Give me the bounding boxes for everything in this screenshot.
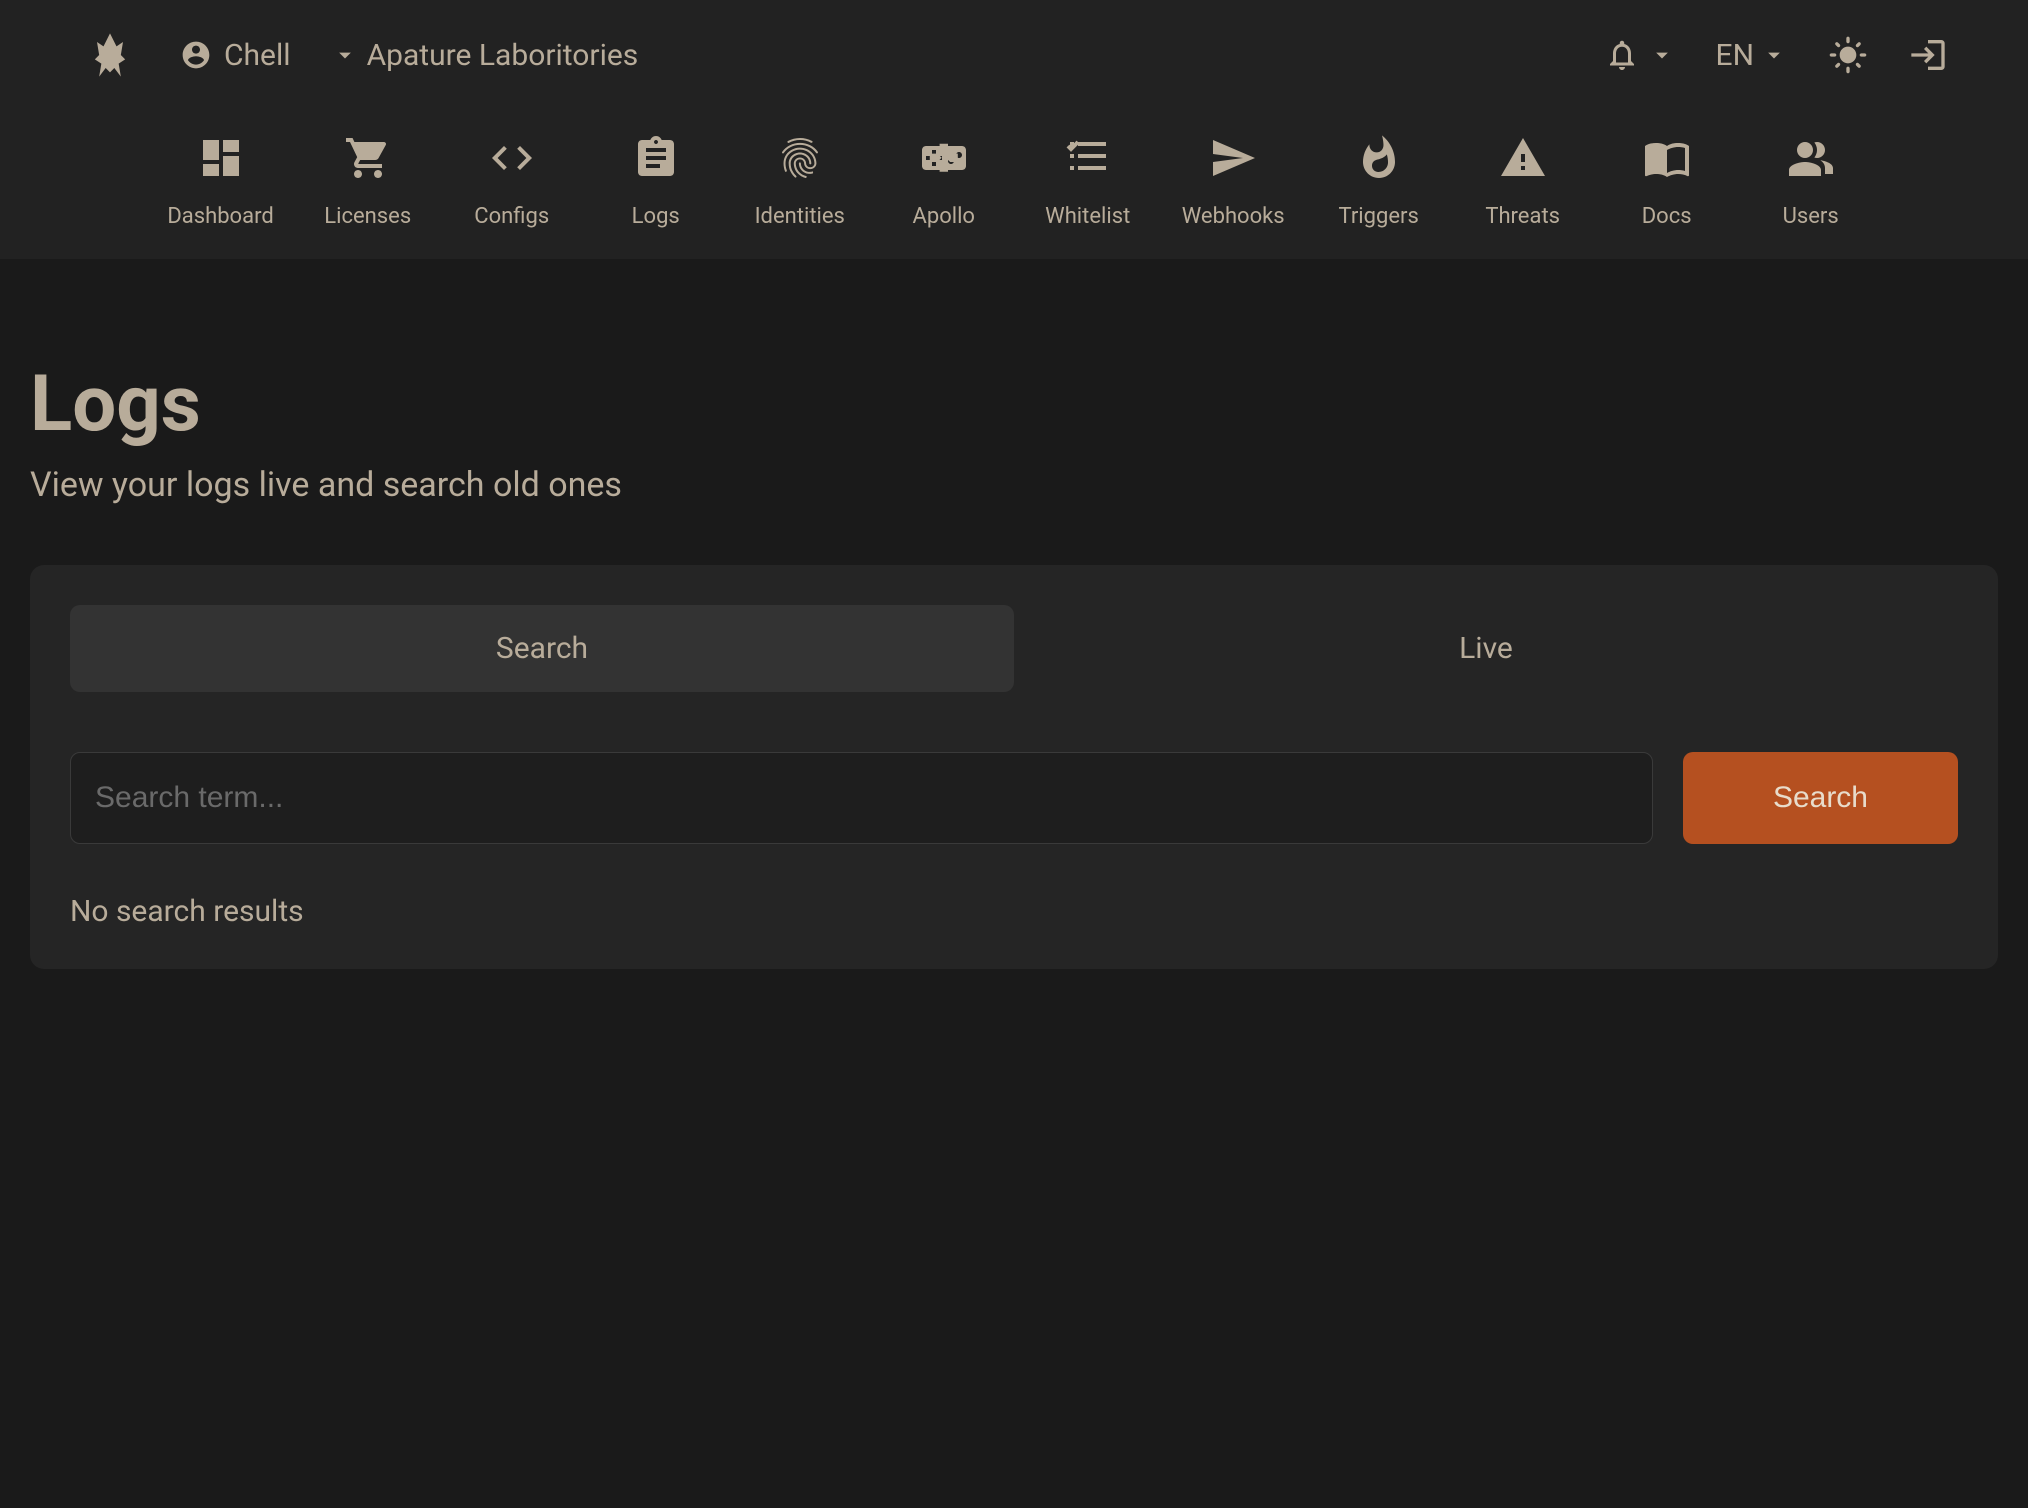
nav-item-dashboard[interactable]: Dashboard bbox=[167, 130, 273, 229]
search-row: Search bbox=[70, 752, 1958, 844]
nav-label: Identities bbox=[755, 204, 845, 229]
chevron-down-icon bbox=[1648, 41, 1676, 69]
tab-search[interactable]: Search bbox=[70, 605, 1014, 692]
org-selector[interactable]: Apature Laboritories bbox=[331, 38, 639, 73]
dashboard-icon bbox=[193, 130, 249, 186]
no-results-text: No search results bbox=[70, 894, 1958, 929]
user-menu[interactable]: Chell bbox=[180, 38, 291, 73]
code-icon bbox=[484, 130, 540, 186]
logs-card: Search Live Search No search results bbox=[30, 565, 1998, 969]
tab-live[interactable]: Live bbox=[1014, 605, 1958, 692]
nav-label: Triggers bbox=[1339, 204, 1419, 229]
users-icon bbox=[1783, 130, 1839, 186]
logs-tabs: Search Live bbox=[70, 605, 1958, 692]
nav-item-apollo[interactable]: Apollo bbox=[894, 130, 994, 229]
theme-toggle[interactable] bbox=[1828, 35, 1868, 75]
nav-item-logs[interactable]: Logs bbox=[606, 130, 706, 229]
sun-icon bbox=[1828, 35, 1868, 75]
chevron-down-icon bbox=[1760, 41, 1788, 69]
bell-icon bbox=[1604, 37, 1640, 73]
search-button[interactable]: Search bbox=[1683, 752, 1958, 844]
page-subtitle: View your logs live and search old ones bbox=[30, 465, 1998, 505]
search-input[interactable] bbox=[70, 752, 1653, 844]
language-selector[interactable]: EN bbox=[1716, 38, 1788, 73]
top-header: Chell Apature Laboritories EN bbox=[0, 0, 2028, 110]
warning-icon bbox=[1495, 130, 1551, 186]
book-icon bbox=[1639, 130, 1695, 186]
nav-item-whitelist[interactable]: Whitelist bbox=[1038, 130, 1138, 229]
send-icon bbox=[1205, 130, 1261, 186]
fingerprint-icon bbox=[772, 130, 828, 186]
language-label: EN bbox=[1716, 38, 1754, 73]
nav-label: Whitelist bbox=[1045, 204, 1130, 229]
user-circle-icon bbox=[180, 39, 212, 71]
chevron-down-icon bbox=[331, 41, 359, 69]
logout-button[interactable] bbox=[1908, 35, 1948, 75]
checklist-icon bbox=[1060, 130, 1116, 186]
nav-item-licenses[interactable]: Licenses bbox=[318, 130, 418, 229]
user-name-label: Chell bbox=[224, 38, 291, 73]
nav-label: Dashboard bbox=[167, 204, 273, 229]
nav-label: Users bbox=[1783, 204, 1839, 229]
clipboard-icon bbox=[628, 130, 684, 186]
logo[interactable] bbox=[80, 25, 140, 85]
nav-label: Licenses bbox=[324, 204, 411, 229]
nav-label: Threats bbox=[1485, 204, 1560, 229]
nav-label: Configs bbox=[474, 204, 549, 229]
header-right: EN bbox=[1604, 35, 1948, 75]
main-content: Logs View your logs live and search old … bbox=[0, 259, 2028, 969]
nav-item-triggers[interactable]: Triggers bbox=[1329, 130, 1429, 229]
fire-icon bbox=[1351, 130, 1407, 186]
gamepad-icon bbox=[916, 130, 972, 186]
nav-label: Apollo bbox=[912, 204, 975, 229]
nav-item-configs[interactable]: Configs bbox=[462, 130, 562, 229]
page-title: Logs bbox=[30, 359, 1998, 450]
nav-item-users[interactable]: Users bbox=[1761, 130, 1861, 229]
nav-item-identities[interactable]: Identities bbox=[750, 130, 850, 229]
nav-label: Docs bbox=[1642, 204, 1692, 229]
notifications-menu[interactable] bbox=[1604, 37, 1676, 73]
logout-icon bbox=[1908, 35, 1948, 75]
nav-label: Webhooks bbox=[1182, 204, 1285, 229]
cart-icon bbox=[340, 130, 396, 186]
nav-bar: Dashboard Licenses Configs Logs Identiti… bbox=[0, 110, 2028, 259]
org-name-label: Apature Laboritories bbox=[367, 38, 639, 73]
nav-item-docs[interactable]: Docs bbox=[1617, 130, 1717, 229]
nav-item-webhooks[interactable]: Webhooks bbox=[1182, 130, 1285, 229]
nav-label: Logs bbox=[632, 204, 680, 229]
nav-item-threats[interactable]: Threats bbox=[1473, 130, 1573, 229]
